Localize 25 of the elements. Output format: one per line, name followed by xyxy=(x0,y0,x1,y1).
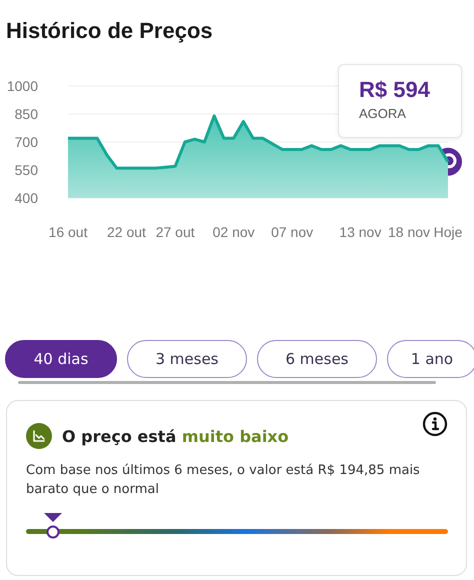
page-title: Histórico de Preços xyxy=(5,17,214,45)
period-tab[interactable]: 6 meses xyxy=(257,340,377,378)
x-axis-label: 16 out xyxy=(48,224,88,240)
x-axis-label: 13 nov xyxy=(339,224,382,240)
x-axis-label: 07 nov xyxy=(271,224,314,240)
y-axis-label: 400 xyxy=(14,190,38,206)
x-axis-label: 22 out xyxy=(107,224,146,240)
info-icon[interactable] xyxy=(422,411,448,437)
current-price: R$ 594 xyxy=(359,77,431,103)
x-axis-label: Hoje xyxy=(434,224,462,240)
price-description: Com base nos últimos 6 meses, o valor está R$ 194,85 mais barato que o normal xyxy=(26,462,421,499)
y-axis-label: 1000 xyxy=(6,78,38,94)
x-axis-label: 18 nov xyxy=(388,224,430,240)
period-tab[interactable]: 3 meses xyxy=(127,340,247,378)
y-axis-label: 700 xyxy=(14,134,38,150)
x-axis-label: 02 nov xyxy=(212,224,255,240)
x-axis-label: 27 out xyxy=(156,224,195,240)
period-tab[interactable]: 40 dias xyxy=(5,340,117,378)
period-tab[interactable]: 1 ano xyxy=(387,340,474,378)
current-label: AGORA xyxy=(359,106,407,121)
scroll-bar[interactable] xyxy=(18,381,436,384)
trend-down-icon xyxy=(26,423,52,449)
y-axis-label: 550 xyxy=(14,162,38,178)
price-status-title: O preço está muito baixo xyxy=(62,426,289,446)
y-axis-label: 850 xyxy=(14,106,38,122)
